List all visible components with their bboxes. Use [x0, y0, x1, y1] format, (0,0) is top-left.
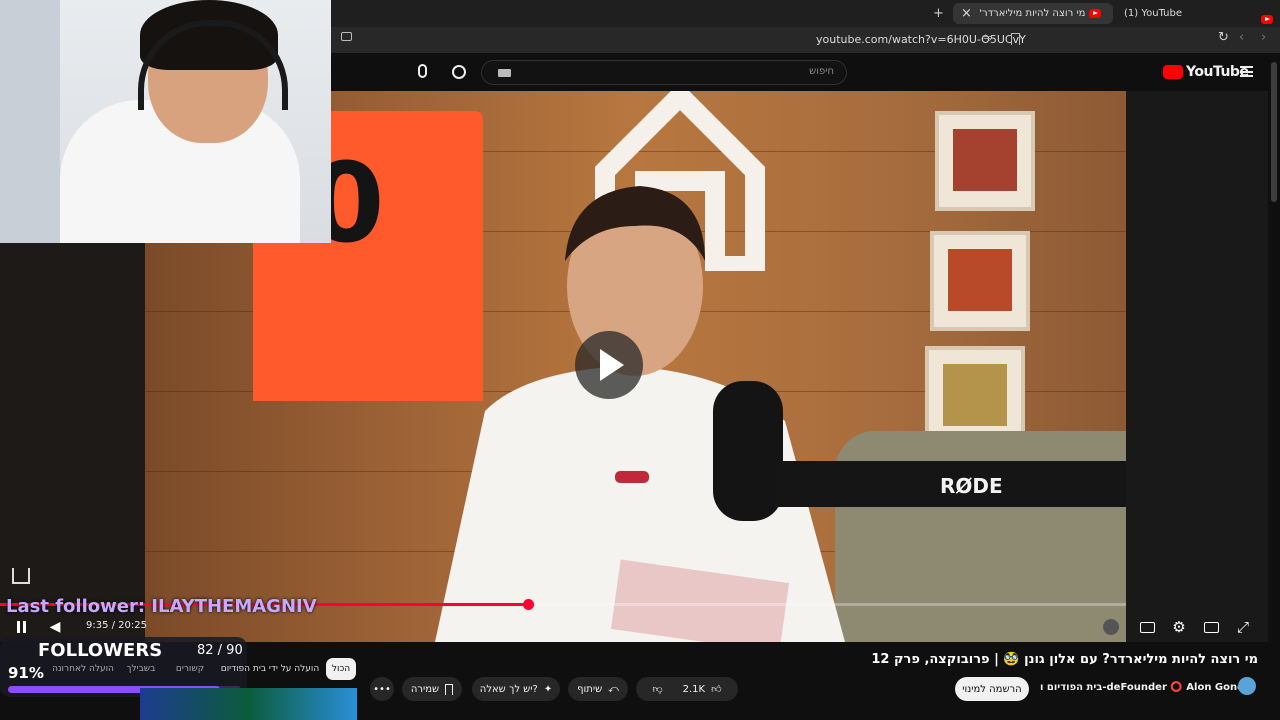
brand-text: RØDE [940, 474, 1003, 498]
home-icon [12, 568, 30, 584]
search-placeholder: חיפוש [809, 66, 834, 77]
frame-2 [930, 231, 1030, 331]
site-settings-icon[interactable]: ⇋ [983, 31, 992, 44]
share-button[interactable]: שיתוף ⤺ [568, 677, 628, 701]
like-count[interactable]: 2.1K [683, 684, 705, 695]
time-display: 9:35 / 20:25 [86, 620, 148, 631]
ask-label: יש לך שאלה? [479, 683, 538, 695]
channel-name[interactable]: בית הפודיום ו-deFounder ⭕ Alon Gonen [1040, 682, 1251, 693]
video-letterbox-right [1126, 91, 1268, 642]
youtube-favicon-icon [1261, 15, 1273, 24]
menu-icon-mid [1240, 71, 1253, 73]
tab-label: מי רוצה להיות מיליארדר? עם [979, 8, 1086, 19]
chip-for-you[interactable]: בשבילך [120, 658, 162, 680]
subscribe-button[interactable]: הרשמה למינוי [955, 677, 1029, 701]
ask-button[interactable]: יש לך שאלה? ✦ [472, 677, 560, 701]
share-label: שיתוף [577, 683, 603, 695]
autoplay-toggle[interactable] [1102, 612, 1120, 642]
address-bar[interactable]: youtube.com/watch?v=6H0U-O5UCvY ⇋ ↻ ‹ › [331, 27, 1280, 53]
webcam-overlay [0, 0, 331, 243]
fullscreen-icon[interactable]: ⤢ [1234, 612, 1252, 642]
search-input[interactable]: חיפוש [452, 60, 847, 85]
chip-related[interactable]: קשורים [170, 658, 210, 680]
forward-icon[interactable]: › [1261, 30, 1266, 45]
search-icon[interactable] [452, 65, 466, 79]
like-dislike-group: 👎︎ 2.1K 👍︎ [636, 677, 738, 701]
share-icon: ⤺ [608, 683, 619, 695]
youtube-favicon-icon [1089, 9, 1101, 18]
youtube-logo-icon[interactable] [1163, 65, 1183, 79]
url-text[interactable]: youtube.com/watch?v=6H0U-O5UCvY [816, 33, 1026, 46]
chip-all[interactable]: הכול [326, 658, 356, 680]
channel-avatar[interactable] [1238, 677, 1256, 695]
related-video-thumbnail[interactable] [140, 688, 357, 720]
new-tab-button[interactable]: + [933, 6, 944, 21]
miniplayer-icon[interactable] [1202, 612, 1220, 642]
chip-recent[interactable]: הועלה לאחרונה [50, 658, 116, 680]
frame-1 [935, 111, 1035, 211]
screen-icon[interactable] [341, 32, 352, 41]
reload-icon[interactable]: ↻ [1218, 30, 1229, 45]
settings-icon[interactable]: ⚙ [1170, 612, 1188, 642]
save-button[interactable]: שמירה [402, 677, 462, 701]
close-tab-icon[interactable]: × [961, 6, 972, 21]
tab-youtube[interactable]: (1) YouTube [1116, 3, 1276, 24]
bookmark-icon[interactable] [1011, 33, 1020, 45]
dislike-icon[interactable]: 👎︎ [652, 683, 662, 695]
tab-video[interactable]: × מי רוצה להיות מיליארדר? עם [953, 3, 1113, 24]
related-chips: הכול הועלה על ידי בית הפודיום קשורים בשב… [2, 658, 357, 680]
microphone [713, 381, 783, 521]
followers-count: 82 / 90 [197, 643, 243, 658]
tab-label: (1) YouTube [1124, 8, 1183, 19]
save-label: שמירה [410, 683, 440, 695]
subtitles-icon[interactable] [1138, 612, 1156, 642]
video-title: מי רוצה להיות מיליארדר? עם אלון גונן 🥸 |… [871, 652, 1258, 667]
browser-tab-bar: + × מי רוצה להיות מיליארדר? עם (1) YouTu… [331, 0, 1280, 27]
youtube-header: חיפוש YouTube [331, 53, 1280, 91]
play-icon[interactable] [575, 331, 643, 399]
back-icon[interactable]: ‹ [1239, 30, 1244, 45]
sparkle-icon: ✦ [543, 683, 553, 695]
keyboard-icon[interactable] [498, 69, 511, 77]
last-follower-text: Last follower: ILAYTHEMAGNIV [6, 596, 317, 617]
microphone-icon[interactable] [418, 64, 427, 78]
like-icon[interactable]: 👍︎ [711, 683, 721, 695]
bookmark-icon [445, 683, 454, 695]
chip-uploaded-by[interactable]: הועלה על ידי בית הפודיום [220, 658, 320, 680]
page-scrollbar[interactable] [1271, 62, 1277, 202]
more-actions-button[interactable]: ••• [370, 677, 394, 701]
